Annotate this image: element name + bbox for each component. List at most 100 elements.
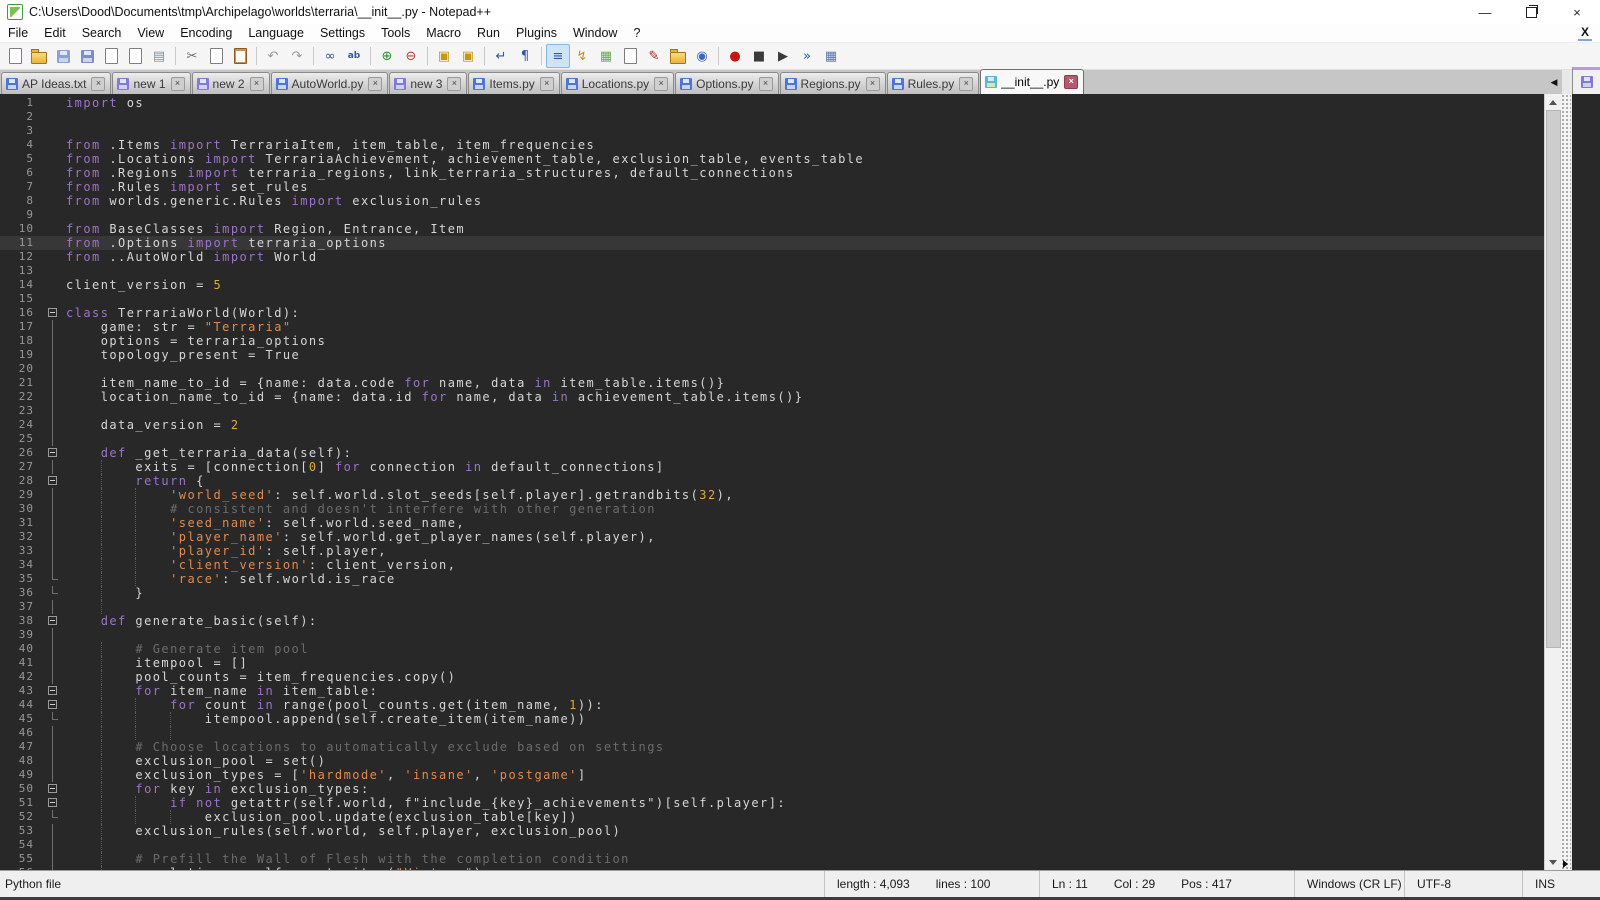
minimize-button[interactable]: —	[1462, 0, 1508, 24]
record-macro-icon[interactable]: ●	[723, 44, 747, 68]
close-tab-icon[interactable]: ×	[540, 77, 554, 91]
scroll-down-icon[interactable]	[1545, 854, 1561, 870]
sync-scroll-vertical-icon[interactable]: ▣	[432, 44, 456, 68]
menu-tools[interactable]: Tools	[373, 24, 418, 42]
close-tab-icon[interactable]: ×	[447, 77, 461, 91]
splitter-top[interactable]	[1562, 70, 1572, 94]
fold-margin[interactable]	[44, 306, 60, 320]
close-tab-icon[interactable]: ×	[866, 77, 880, 91]
menu-encoding[interactable]: Encoding	[172, 24, 240, 42]
close-document-icon[interactable]: X	[1578, 25, 1592, 41]
code-line[interactable]: 29 'world_seed': self.world.slot_seeds[s…	[0, 488, 1544, 502]
code-line[interactable]: 51 if not getattr(self.world, f"include_…	[0, 796, 1544, 810]
code-line[interactable]: 25	[0, 432, 1544, 446]
edit-pen-icon[interactable]: ✎	[642, 44, 666, 68]
code-line[interactable]: 16class TerrariaWorld(World):	[0, 306, 1544, 320]
replace-icon[interactable]: ab	[342, 44, 366, 68]
code-line[interactable]: 47 # Choose locations to automatically e…	[0, 740, 1544, 754]
code-line[interactable]: 33 'player_id': self.player,	[0, 544, 1544, 558]
tab-regions-py[interactable]: Regions.py×	[780, 72, 886, 94]
zoom-out-icon[interactable]: ⊖	[399, 44, 423, 68]
stop-macro-icon[interactable]: ■	[747, 44, 771, 68]
maximize-button[interactable]	[1508, 0, 1554, 24]
close-all-documents-icon[interactable]	[123, 44, 147, 68]
status-eol[interactable]: Windows (CR LF)	[1294, 871, 1404, 897]
fold-collapse-icon[interactable]	[48, 686, 57, 695]
close-tab-icon[interactable]: ×	[1064, 75, 1078, 89]
code-line[interactable]: 42 pool_counts = item_frequencies.copy()	[0, 670, 1544, 684]
scrollbar-thumb[interactable]	[1546, 110, 1561, 648]
code-line[interactable]: 43 for item_name in item_table:	[0, 684, 1544, 698]
fold-collapse-icon[interactable]	[48, 448, 57, 457]
tab-autoworld-py[interactable]: AutoWorld.py×	[271, 72, 389, 94]
code-line[interactable]: 26 def _get_terraria_data(self):	[0, 446, 1544, 460]
view-eye-icon[interactable]: ◉	[690, 44, 714, 68]
fold-collapse-icon[interactable]	[48, 784, 57, 793]
code-line[interactable]: 35 'race': self.world.is_race	[0, 572, 1544, 586]
split-view-sliver[interactable]	[1571, 94, 1600, 870]
show-all-characters-icon[interactable]: ¶	[513, 44, 537, 68]
close-tab-icon[interactable]: ×	[171, 77, 185, 91]
find-icon[interactable]: ∞	[318, 44, 342, 68]
close-tab-icon[interactable]: ×	[250, 77, 264, 91]
code-line[interactable]: 23	[0, 404, 1544, 418]
zoom-in-icon[interactable]: ⊕	[375, 44, 399, 68]
tab-locations-py[interactable]: Locations.py×	[561, 72, 674, 94]
code-line[interactable]: 44 for count in range(pool_counts.get(it…	[0, 698, 1544, 712]
close-tab-icon[interactable]: ×	[368, 77, 382, 91]
menu-edit[interactable]: Edit	[36, 24, 74, 42]
fold-margin[interactable]	[44, 614, 60, 628]
fold-collapse-icon[interactable]	[48, 616, 57, 625]
code-line[interactable]: 45 itempool.append(self.create_item(item…	[0, 712, 1544, 726]
tab-rules-py[interactable]: Rules.py×	[887, 72, 980, 94]
menu-settings[interactable]: Settings	[312, 24, 373, 42]
code-line[interactable]: 8from worlds.generic.Rules import exclus…	[0, 194, 1544, 208]
code-line[interactable]: 30 # consistent and doesn't interfere wi…	[0, 502, 1544, 516]
code-line[interactable]: 39	[0, 628, 1544, 642]
code-line[interactable]: 32 'player_name': self.world.get_player_…	[0, 530, 1544, 544]
close-tab-icon[interactable]: ×	[654, 77, 668, 91]
menu-view[interactable]: View	[129, 24, 172, 42]
save-all-icon[interactable]	[75, 44, 99, 68]
open-folder-icon[interactable]	[27, 44, 51, 68]
code-line[interactable]: 56 completion = self.create_item("Victor…	[0, 866, 1544, 870]
fold-margin[interactable]	[44, 796, 60, 810]
close-tab-icon[interactable]: ×	[91, 77, 105, 91]
code-line[interactable]: 10from BaseClasses import Region, Entran…	[0, 222, 1544, 236]
fold-collapse-icon[interactable]	[48, 700, 57, 709]
save-icon[interactable]	[51, 44, 75, 68]
code-line[interactable]: 7from .Rules import set_rules	[0, 180, 1544, 194]
fold-margin[interactable]	[44, 474, 60, 488]
close-tab-icon[interactable]: ×	[759, 77, 773, 91]
menu-help[interactable]: ?	[625, 24, 648, 42]
paste-icon[interactable]	[228, 44, 252, 68]
code-line[interactable]: 31 'seed_name': self.world.seed_name,	[0, 516, 1544, 530]
code-line[interactable]: 2	[0, 110, 1544, 124]
copy-icon[interactable]	[204, 44, 228, 68]
code-line[interactable]: 50 for key in exclusion_types:	[0, 782, 1544, 796]
new-file-icon[interactable]	[3, 44, 27, 68]
status-insert-mode[interactable]: INS	[1522, 871, 1600, 897]
close-document-icon[interactable]	[99, 44, 123, 68]
splitter-arrow-icon[interactable]	[1563, 860, 1568, 868]
function-list-icon[interactable]: ↯	[570, 44, 594, 68]
close-tab-icon[interactable]: ×	[959, 77, 973, 91]
fold-margin[interactable]	[44, 684, 60, 698]
code-line[interactable]: 38 def generate_basic(self):	[0, 614, 1544, 628]
menu-file[interactable]: File	[0, 24, 36, 42]
code-line[interactable]: 24 data_version = 2	[0, 418, 1544, 432]
code-line[interactable]: 37	[0, 600, 1544, 614]
play-macro-icon[interactable]: ▶	[771, 44, 795, 68]
code-line[interactable]: 20	[0, 362, 1544, 376]
code-line[interactable]: 5from .Locations import TerrariaAchievem…	[0, 152, 1544, 166]
code-line[interactable]: 6from .Regions import terraria_regions, …	[0, 166, 1544, 180]
menu-search[interactable]: Search	[74, 24, 130, 42]
redo-icon[interactable]: ↷	[285, 44, 309, 68]
code-editor[interactable]: 1import os234from .Items import Terraria…	[0, 94, 1544, 870]
menu-run[interactable]: Run	[469, 24, 508, 42]
code-line[interactable]: 18 options = terraria_options	[0, 334, 1544, 348]
code-line[interactable]: 36 }	[0, 586, 1544, 600]
fold-margin[interactable]	[44, 782, 60, 796]
status-encoding[interactable]: UTF-8	[1404, 871, 1522, 897]
code-line[interactable]: 46	[0, 726, 1544, 740]
